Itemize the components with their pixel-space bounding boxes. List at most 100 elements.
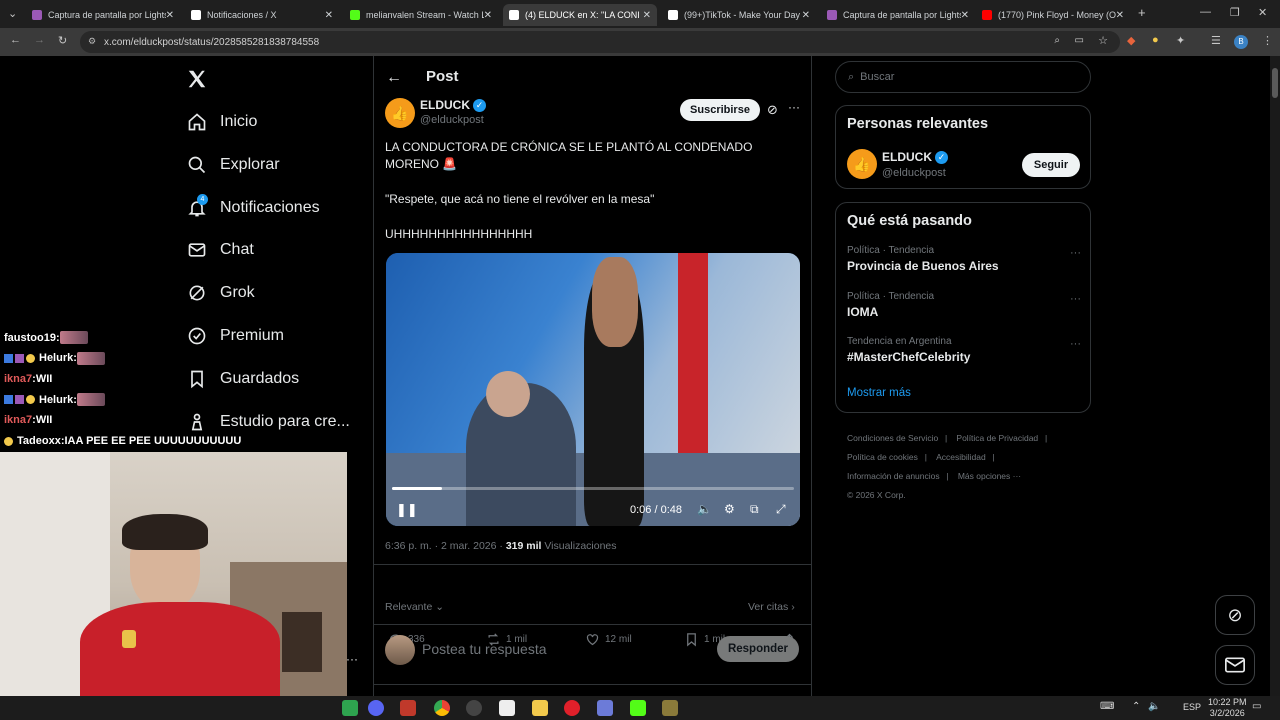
close-window-button[interactable]: ✕: [1258, 6, 1267, 19]
tab-close-icon[interactable]: ✕: [166, 10, 174, 21]
scrollbar[interactable]: [1270, 56, 1280, 696]
nav-item-grok[interactable]: Grok: [186, 273, 255, 313]
trend-item[interactable]: Política · Tendencia IOMA ···: [847, 291, 1081, 319]
search-input[interactable]: Buscar: [860, 71, 894, 83]
grok-float-icon[interactable]: ⊘: [1215, 595, 1255, 635]
volume-tray-icon[interactable]: 🔈: [1148, 701, 1160, 712]
trend-more-icon[interactable]: ···: [1070, 338, 1081, 350]
discord-icon[interactable]: [368, 700, 384, 716]
grok-icon[interactable]: ⊘: [767, 102, 778, 118]
site-info-icon[interactable]: ⚙: [88, 36, 96, 47]
author-handle[interactable]: @elduckpost: [420, 114, 484, 126]
app-icon[interactable]: [597, 700, 613, 716]
language-indicator[interactable]: ESP: [1183, 702, 1201, 712]
video-player[interactable]: ❚❚ 0:06 / 0:48 🔈 ⚙ ⧉ ⤢: [386, 253, 800, 526]
nav-item-chat[interactable]: Chat: [186, 230, 254, 270]
pip-icon[interactable]: ⧉: [750, 502, 759, 517]
tab-close-icon[interactable]: ✕: [961, 10, 969, 21]
footer-cookies-link[interactable]: Política de cookies: [847, 452, 918, 462]
footer-more-link[interactable]: Más opciones ···: [958, 471, 1021, 481]
tab-close-icon[interactable]: ✕: [1116, 10, 1124, 21]
trend-item[interactable]: Tendencia en Argentina #MasterChefCelebri…: [847, 336, 1081, 364]
tab-close-icon[interactable]: ✕: [802, 10, 810, 21]
messages-float-icon[interactable]: [1215, 645, 1255, 685]
user-avatar[interactable]: [385, 635, 415, 665]
browser-tab[interactable]: (1770) Pink Floyd - Money (Offi ✕: [976, 4, 1130, 26]
app-icon[interactable]: [342, 700, 358, 716]
sort-dropdown[interactable]: Relevante ⌄: [385, 601, 444, 613]
tray-chevron-icon[interactable]: ⌃: [1132, 701, 1140, 712]
footer-accessibility-link[interactable]: Accesibilidad: [936, 452, 986, 462]
reply-input[interactable]: Postea tu respuesta: [422, 641, 547, 657]
extensions-puzzle-icon[interactable]: ✦: [1176, 34, 1185, 47]
chrome-icon[interactable]: [434, 700, 450, 716]
nav-item-inicio[interactable]: Inicio: [186, 102, 257, 142]
browser-tab[interactable]: Notificaciones / X ✕: [185, 4, 339, 26]
more-icon[interactable]: ···: [346, 652, 358, 666]
settings-icon[interactable]: ⚙: [724, 502, 735, 516]
nav-item-guardados[interactable]: Guardados: [186, 359, 299, 399]
app-icon[interactable]: [662, 700, 678, 716]
x-logo-icon[interactable]: [186, 68, 208, 90]
maximize-button[interactable]: ❐: [1230, 6, 1240, 19]
author-name-row[interactable]: ELDUCK ✓: [420, 98, 486, 113]
relevant-handle[interactable]: @elduckpost: [882, 167, 946, 179]
post-timestamp[interactable]: 6:36 p. m. · 2 mar. 2026 ·: [385, 540, 506, 552]
notification-icon[interactable]: ▭: [1252, 701, 1261, 712]
trend-more-icon[interactable]: ···: [1070, 293, 1081, 305]
reply-button[interactable]: Responder: [717, 636, 799, 662]
tab-close-icon[interactable]: ✕: [325, 10, 333, 21]
profile-avatar[interactable]: B: [1234, 35, 1248, 49]
follow-button[interactable]: Seguir: [1022, 153, 1080, 177]
forward-icon[interactable]: →: [34, 34, 45, 46]
more-options-icon[interactable]: ···: [788, 100, 800, 114]
footer-ads-link[interactable]: Información de anuncios: [847, 471, 940, 481]
footer-terms-link[interactable]: Condiciones de Servicio: [847, 433, 938, 443]
relevant-avatar[interactable]: 👍: [847, 149, 877, 179]
side-panel-icon[interactable]: ☰: [1211, 34, 1221, 47]
volume-icon[interactable]: 🔈: [697, 502, 712, 516]
extension-icon[interactable]: ◆: [1127, 34, 1135, 47]
relevant-name-row[interactable]: ELDUCK ✓: [882, 150, 948, 165]
browser-tab[interactable]: Captura de pantalla por Lights ✕: [821, 4, 975, 26]
tab-search-icon[interactable]: ⌄: [8, 7, 17, 20]
view-quotes-link[interactable]: Ver citas ›: [748, 601, 795, 613]
reload-icon[interactable]: ↻: [58, 34, 67, 47]
extension-icon[interactable]: ●: [1152, 34, 1159, 46]
keyboard-icon[interactable]: ⌨: [1100, 701, 1114, 712]
nav-item-notificaciones[interactable]: 4 Notificaciones: [186, 188, 320, 228]
voice-app-icon[interactable]: [400, 700, 416, 716]
back-icon[interactable]: ←: [10, 34, 21, 46]
minimize-button[interactable]: —: [1200, 6, 1211, 18]
fullscreen-icon[interactable]: ⤢: [776, 502, 786, 517]
trend-item[interactable]: Política · Tendencia Provincia de Buenos …: [847, 245, 1081, 273]
author-avatar[interactable]: 👍: [385, 98, 415, 128]
tab-close-icon[interactable]: ✕: [643, 10, 651, 21]
back-button[interactable]: ←: [386, 69, 402, 87]
cast-icon[interactable]: ▭: [1075, 35, 1084, 46]
opera-icon[interactable]: [564, 700, 580, 716]
obs-icon[interactable]: [466, 700, 482, 716]
address-bar[interactable]: ⚙ x.com/elduckpost/status/20285852818387…: [80, 31, 1120, 53]
zoom-icon[interactable]: ⌕: [1054, 35, 1060, 46]
folder-icon[interactable]: [532, 700, 548, 716]
browser-tab[interactable]: (4) ELDUCK en X: "LA CONI ✕: [503, 4, 657, 26]
nav-item-explorar[interactable]: Explorar: [186, 145, 280, 185]
nav-item-premium[interactable]: Premium: [186, 316, 284, 356]
clock[interactable]: 10:22 PM 3/2/2026: [1208, 697, 1247, 719]
trend-more-icon[interactable]: ···: [1070, 247, 1081, 259]
pause-icon[interactable]: ❚❚: [396, 502, 418, 518]
like-action[interactable]: 12 mil: [585, 632, 632, 647]
browser-tab[interactable]: (99+)TikTok - Make Your Day ✕: [662, 4, 816, 26]
scrollbar-thumb[interactable]: [1272, 68, 1278, 98]
show-more-link[interactable]: Mostrar más: [847, 387, 911, 399]
subscribe-button[interactable]: Suscribirse: [680, 99, 760, 121]
new-tab-button[interactable]: +: [1138, 5, 1146, 20]
browser-menu-icon[interactable]: ⋮: [1262, 34, 1273, 47]
kick-icon[interactable]: [630, 700, 646, 716]
footer-privacy-link[interactable]: Política de Privacidad: [956, 433, 1038, 443]
bookmark-star-icon[interactable]: ☆: [1098, 34, 1108, 47]
browser-tab[interactable]: melianvalen Stream - Watch Li ✕: [344, 4, 498, 26]
video-progress-track[interactable]: [392, 487, 794, 490]
tab-close-icon[interactable]: ✕: [484, 10, 492, 21]
